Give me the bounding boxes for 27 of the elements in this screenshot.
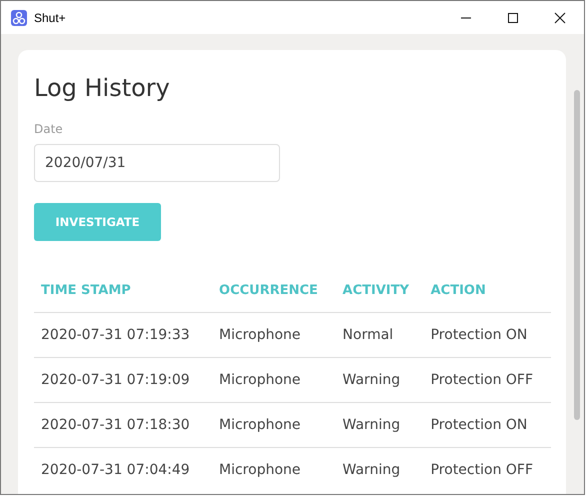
table-cell: Microphone	[212, 448, 336, 492]
table-cell: Protection OFF	[424, 448, 551, 492]
column-header: ACTION	[424, 283, 551, 312]
table-cell: 2020-07-31 07:04:49	[34, 448, 212, 492]
column-header: TIME STAMP	[34, 283, 212, 312]
table-cell: Microphone	[212, 312, 336, 358]
close-icon[interactable]	[554, 12, 566, 24]
date-field[interactable]: 2020/07/31	[34, 144, 280, 182]
table-cell: Microphone	[212, 358, 336, 402]
page-title: Log History	[34, 74, 171, 102]
table-cell: 2020-07-31 07:19:09	[34, 358, 212, 402]
table-cell: Protection ON	[424, 312, 551, 358]
table-cell: Warning	[336, 402, 424, 448]
column-header: OCCURRENCE	[212, 283, 336, 312]
table-cell: Warning	[336, 448, 424, 492]
table-cell: Protection OFF	[424, 358, 551, 402]
maximize-icon[interactable]	[507, 12, 519, 24]
table-cell: 2020-07-31 07:19:33	[34, 312, 212, 358]
date-label: Date	[34, 122, 64, 136]
table-cell: Protection ON	[424, 402, 551, 448]
table-cell: Normal	[336, 312, 424, 358]
app-icon	[11, 10, 27, 26]
table-cell: Warning	[336, 358, 424, 402]
column-header: ACTIVITY	[336, 283, 424, 312]
window-title: Shut+	[34, 10, 66, 24]
table-cell: Microphone	[212, 402, 336, 448]
table-cell: 2020-07-31 07:18:30	[34, 402, 212, 448]
